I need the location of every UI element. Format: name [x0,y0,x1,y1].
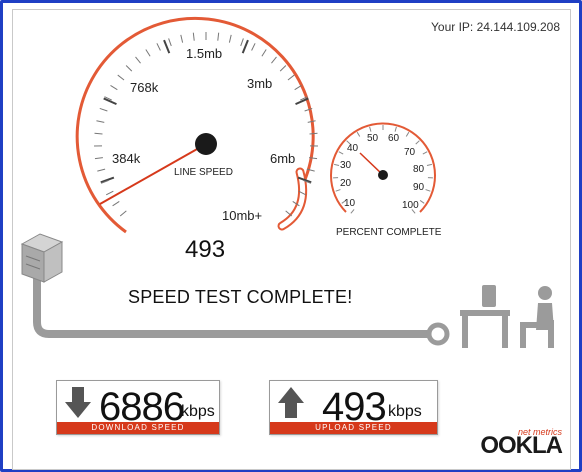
download-label: DOWNLOAD SPEED [57,422,219,434]
computer-desk-icon [460,285,510,348]
speed-needle-hub [195,133,217,155]
speed-minor-tick [228,34,232,43]
line-speed-caption: LINE SPEED [174,167,233,178]
percent-tick-label: 10 [344,198,356,209]
user-icon [520,286,554,348]
upload-result: 493 kbps UPLOAD SPEED [269,380,438,435]
brand-tagline: net metrics [517,427,562,437]
speed-minor-tick [145,49,151,57]
percent-tick-label: 60 [388,133,400,144]
speed-minor-tick [271,56,277,64]
speed-minor-tick [94,132,103,135]
percent-complete-gauge: 10 20 30 40 50 60 70 80 90 100 PERCENT C… [330,122,442,238]
speed-minor-tick [156,43,161,51]
speed-tick-label: 3mb [247,76,272,91]
speed-minor-tick [217,32,220,41]
percent-tick [369,126,372,132]
speed-minor-tick [192,32,195,41]
percent-tick-label: 30 [340,160,352,171]
speed-minor-tick [168,38,172,47]
percent-tick-label: 80 [413,164,425,175]
speed-minor-tick [96,120,105,123]
speed-minor-tick [97,168,106,172]
percent-tick [394,126,397,132]
percent-tick [335,189,341,192]
speed-tick-label: 1.5mb [186,46,222,61]
percent-tick [334,163,340,166]
percent-tick [356,131,361,137]
speed-reading: 493 [185,236,226,263]
percent-tick-label: 20 [340,178,352,189]
percent-tick [405,131,410,137]
percent-tick-label: 40 [347,143,359,154]
speed-minor-tick [261,49,267,57]
percent-tick [419,200,425,204]
speed-major-tick [163,39,171,54]
speed-major-tick [100,176,115,184]
speed-minor-tick [251,43,256,51]
speed-tick-label: 6mb [270,151,295,166]
speed-minor-tick [94,157,103,160]
speed-tick-label: 384k [112,151,141,166]
speed-minor-tick [112,200,120,207]
percent-tick-label: 50 [367,133,379,144]
speed-minor-tick [279,65,287,72]
percent-tick [422,151,428,155]
percent-tick [415,140,420,145]
speed-tick-label: 768k [130,80,159,95]
download-unit: kbps [181,403,215,420]
status-message: SPEED TEST COMPLETE! [128,287,353,307]
percent-tick [338,151,344,155]
cable-connector [426,322,450,346]
upload-label: UPLOAD SPEED [270,422,437,434]
speed-minor-tick [240,38,244,47]
speed-major-tick [241,39,249,54]
speed-minor-tick [287,74,295,81]
speed-minor-tick [110,85,118,91]
percent-tick [426,163,432,166]
speed-minor-tick [125,65,133,72]
download-arrow-icon [65,387,91,418]
speed-minor-tick [180,34,184,43]
percent-tick-label: 90 [413,182,425,193]
percent-tick [425,189,431,192]
upload-arrow-icon [278,387,304,418]
percent-caption: PERCENT COMPLETE [336,227,442,238]
percent-needle-hub [378,170,388,180]
speed-minor-tick [294,85,302,91]
percent-tick-label: 100 [402,200,419,211]
percent-tick-label: 70 [404,147,416,158]
speed-minor-tick [309,132,318,135]
download-result: 6886 kbps DOWNLOAD SPEED [56,380,220,435]
upload-unit: kbps [388,403,422,420]
speed-minor-tick [99,107,108,112]
line-speed-gauge: 384k 768k 1.5mb 3mb 6mb 10mb+ LINE SPEED [75,16,318,234]
speed-minor-tick [119,210,127,217]
speed-tick-label: 10mb+ [222,208,262,223]
speed-minor-tick [135,56,141,64]
server-icon [20,233,64,283]
percent-tick [350,209,355,214]
ookla-logo: net metrics OOKLA [480,427,563,460]
speed-minor-tick [117,74,125,81]
speed-minor-tick [105,190,114,196]
